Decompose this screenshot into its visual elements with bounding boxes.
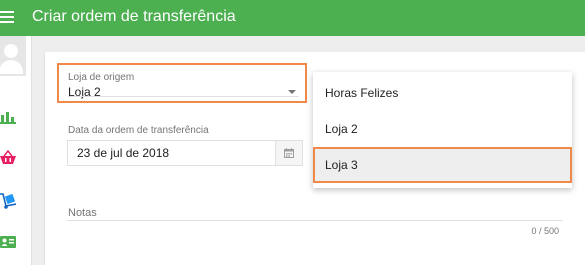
transfer-date-field [67, 140, 303, 166]
origin-store-label: Loja de origem [68, 72, 135, 83]
page-title: Criar ordem de transferência [32, 8, 236, 25]
chevron-down-icon[interactable] [288, 90, 296, 94]
calendar-icon [284, 148, 294, 158]
origin-store-select[interactable]: Loja de origem Loja 2 [57, 63, 307, 103]
sidebar [0, 36, 32, 265]
id-card-icon[interactable] [0, 235, 18, 251]
hand-truck-icon[interactable] [0, 193, 18, 209]
select-underline [68, 96, 299, 97]
menu-icon[interactable] [0, 9, 16, 25]
bar-chart-icon[interactable] [0, 110, 18, 126]
notes-label: Notas [68, 207, 97, 219]
calendar-button[interactable] [275, 141, 302, 165]
notes-character-count: 0 / 500 [531, 226, 559, 236]
transfer-date-label: Data da ordem de transferência [68, 125, 209, 136]
notes-input[interactable] [67, 220, 563, 221]
dropdown-option-horas-felizes[interactable]: Horas Felizes [313, 75, 572, 111]
app-header: Criar ordem de transferência [0, 0, 585, 36]
dropdown-option-loja-2[interactable]: Loja 2 [313, 111, 572, 147]
shopping-basket-icon[interactable] [0, 149, 18, 166]
origin-store-dropdown: Horas Felizes Loja 2 Loja 3 [313, 72, 572, 188]
dropdown-option-loja-3[interactable]: Loja 3 [313, 147, 572, 183]
transfer-date-input[interactable] [68, 141, 277, 165]
avatar[interactable] [0, 36, 26, 76]
